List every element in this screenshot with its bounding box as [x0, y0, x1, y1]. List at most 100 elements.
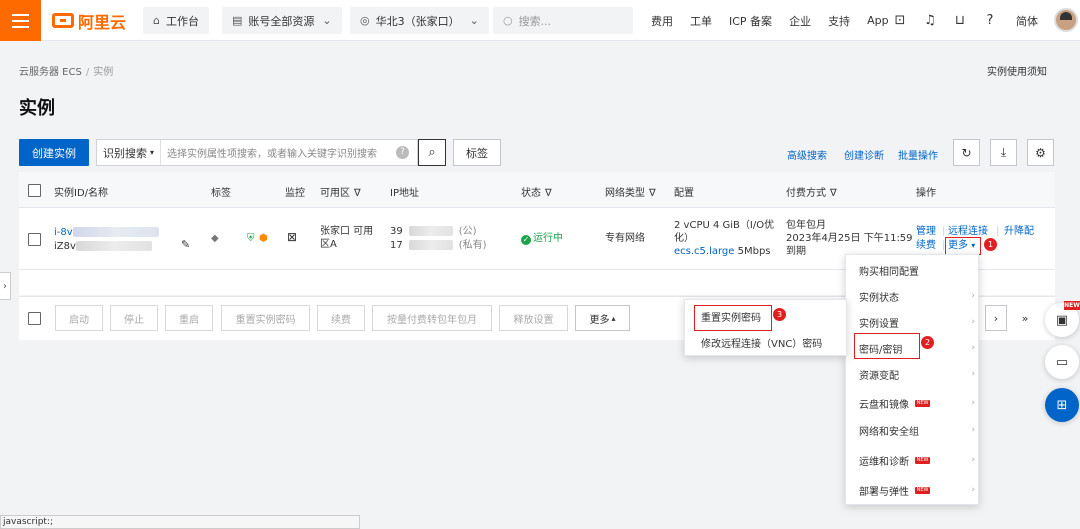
- terminal-icon[interactable]: ⊡: [892, 12, 908, 28]
- th-zone[interactable]: 可用区 ∇: [320, 184, 361, 199]
- top-link-enterprise[interactable]: 企业: [789, 13, 811, 29]
- check-circle-icon: ✓: [521, 235, 531, 245]
- apps-grid-icon[interactable]: ⊞: [1045, 388, 1079, 422]
- renew-button[interactable]: 续费: [317, 305, 365, 331]
- public-ip: 39 (公): [390, 226, 477, 237]
- breadcrumb-ecs[interactable]: 云服务器 ECS: [19, 67, 82, 78]
- menu-item-ops-diagnose[interactable]: 运维和诊断 NEW ›: [846, 447, 980, 473]
- resources-select[interactable]: ▤ 账号全部资源 ⌄: [222, 7, 342, 34]
- menu-item-network-security[interactable]: 网络和安全组 ›: [846, 417, 980, 443]
- convert-billing-button[interactable]: 按量付费转包年包月: [372, 305, 492, 331]
- menu-item-deploy-elastic[interactable]: 部署与弹性 NEW ›: [846, 477, 980, 503]
- private-ip: 17 (私有): [390, 240, 487, 251]
- th-billing[interactable]: 付费方式 ∇: [786, 184, 837, 199]
- cart-icon[interactable]: ⊔: [952, 12, 968, 28]
- bell-icon[interactable]: ♫: [922, 12, 938, 28]
- release-settings-button[interactable]: 释放设置: [499, 305, 568, 331]
- select-all-checkbox[interactable]: [28, 184, 41, 197]
- create-instance-button[interactable]: 创建实例: [19, 139, 89, 166]
- row-checkbox[interactable]: [28, 233, 41, 246]
- filter-icon: ∇: [354, 188, 361, 199]
- top-link-tickets[interactable]: 工单: [690, 13, 712, 29]
- upgrade-link[interactable]: 升降配: [1004, 225, 1034, 238]
- top-link-app[interactable]: App: [867, 14, 889, 27]
- help-icon[interactable]: ?: [982, 12, 998, 28]
- manage-link[interactable]: 管理: [916, 225, 936, 238]
- create-diagnosis-link[interactable]: 创建诊断: [844, 147, 884, 162]
- th-network[interactable]: 网络类型 ∇: [605, 184, 656, 199]
- more-button[interactable]: 更多 ▴: [575, 305, 630, 331]
- top-bar: 阿里云 ⌂ 工作台 ▤ 账号全部资源 ⌄ ◎ 华北3（张家口） ⌄ ○ 搜索... 费用 工…: [0, 0, 1080, 41]
- th-monitor: 监控: [285, 188, 305, 199]
- logo-bracket-icon: [52, 13, 74, 28]
- monitor-chart-icon[interactable]: ⊠: [287, 231, 297, 244]
- location-pin-icon: ◎: [360, 14, 370, 27]
- top-icons: ⊡ ♫ ⊔ ?: [892, 12, 998, 28]
- chevron-down-icon: ⌄: [469, 14, 479, 27]
- workbench-button[interactable]: ⌂ 工作台: [143, 7, 209, 34]
- region-select[interactable]: ◎ 华北3（张家口） ⌄: [350, 7, 489, 34]
- batch-operation-link[interactable]: 批量操作: [898, 147, 938, 162]
- download-icon[interactable]: ⤓: [990, 139, 1017, 166]
- chat-icon[interactable]: ▭: [1045, 345, 1079, 379]
- tag-button[interactable]: 标签: [453, 139, 501, 166]
- chevron-down-icon: ⌄: [322, 14, 332, 27]
- menu-item-disk-image[interactable]: 云盘和镜像 NEW ›: [846, 390, 980, 416]
- aliyun-logo[interactable]: 阿里云: [52, 10, 126, 32]
- search-input[interactable]: 选择实例属性项搜索，或者输入关键字识别搜索: [161, 145, 396, 160]
- instance-name: iZ8v: [54, 240, 152, 253]
- th-instance: 实例ID/名称: [54, 188, 109, 199]
- security-alert-icon[interactable]: ⬢: [259, 232, 268, 245]
- search-icon: ⌕: [428, 145, 436, 160]
- hamburger-menu-icon[interactable]: [0, 0, 41, 41]
- help-circle-icon[interactable]: ?: [396, 146, 409, 159]
- search-icon: ○: [503, 14, 513, 27]
- security-shield-icon[interactable]: ⛨: [247, 232, 255, 245]
- chevron-right-icon: ›: [971, 291, 975, 301]
- filter-icon: ∇: [649, 188, 656, 199]
- expand-sidebar-chevron-icon[interactable]: ›: [0, 272, 11, 300]
- bottom-select-all-checkbox[interactable]: [28, 312, 41, 325]
- avatar[interactable]: [1054, 8, 1078, 32]
- menu-item-resource-change[interactable]: 资源变配 ›: [846, 361, 980, 387]
- renew-link[interactable]: 续费: [916, 239, 936, 252]
- reset-password-button[interactable]: 重置实例密码: [221, 305, 310, 331]
- top-link-support[interactable]: 支持: [828, 13, 850, 29]
- stop-button[interactable]: 停止: [110, 305, 158, 331]
- advanced-search-link[interactable]: 高级搜索: [787, 147, 827, 162]
- top-link-fees[interactable]: 费用: [651, 13, 673, 29]
- page-title: 实例: [19, 98, 55, 119]
- network-type: 专有网络: [605, 233, 645, 244]
- settings-gear-icon[interactable]: ⚙: [1027, 139, 1054, 166]
- top-link-icp[interactable]: ICP 备案: [729, 13, 772, 29]
- zone: 张家口 可用 区A: [320, 226, 374, 250]
- restart-button[interactable]: 重启: [165, 305, 213, 331]
- breadcrumb-current: 实例: [93, 67, 114, 78]
- chevron-right-icon: ›: [971, 425, 975, 435]
- edit-name-icon[interactable]: ✎: [181, 238, 190, 251]
- filter-icon: ∇: [830, 188, 837, 199]
- home-icon: ⌂: [153, 14, 160, 27]
- search-type-select[interactable]: 识别搜索 ▾: [97, 140, 162, 165]
- start-button[interactable]: 启动: [55, 305, 103, 331]
- submenu-modify-vnc-password[interactable]: 修改远程连接（VNC）密码: [685, 329, 848, 355]
- refresh-icon[interactable]: ↻: [953, 139, 980, 166]
- language-switch[interactable]: 简体: [1016, 13, 1038, 29]
- config: 2 vCPU 4 GiB（I/O优 化） ecs.c5.large 5Mbps: [674, 220, 775, 257]
- tag-icon[interactable]: ◆: [211, 232, 219, 245]
- menu-item-instance-settings[interactable]: 实例设置 ›: [846, 309, 980, 335]
- global-search-input[interactable]: ○ 搜索...: [493, 7, 633, 34]
- billing: 包年包月 2023年4月25日 下午11:59 到期: [786, 220, 913, 257]
- pager-last-button[interactable]: »: [1014, 305, 1036, 331]
- usage-notice-link[interactable]: 实例使用须知: [987, 63, 1047, 78]
- th-status[interactable]: 状态 ∇: [521, 184, 552, 199]
- chevron-right-icon: ›: [971, 485, 975, 495]
- menu-item-buy-same[interactable]: 购买相同配置: [846, 257, 980, 283]
- new-badge: NEW: [915, 486, 930, 494]
- search-button[interactable]: ⌕: [418, 139, 446, 166]
- menu-item-instance-status[interactable]: 实例状态 ›: [846, 283, 980, 309]
- instance-id[interactable]: i-8v: [54, 226, 159, 239]
- step-badge-2: 2: [921, 336, 934, 349]
- list-icon: ▤: [232, 14, 243, 27]
- pager-next-button[interactable]: ›: [985, 305, 1007, 331]
